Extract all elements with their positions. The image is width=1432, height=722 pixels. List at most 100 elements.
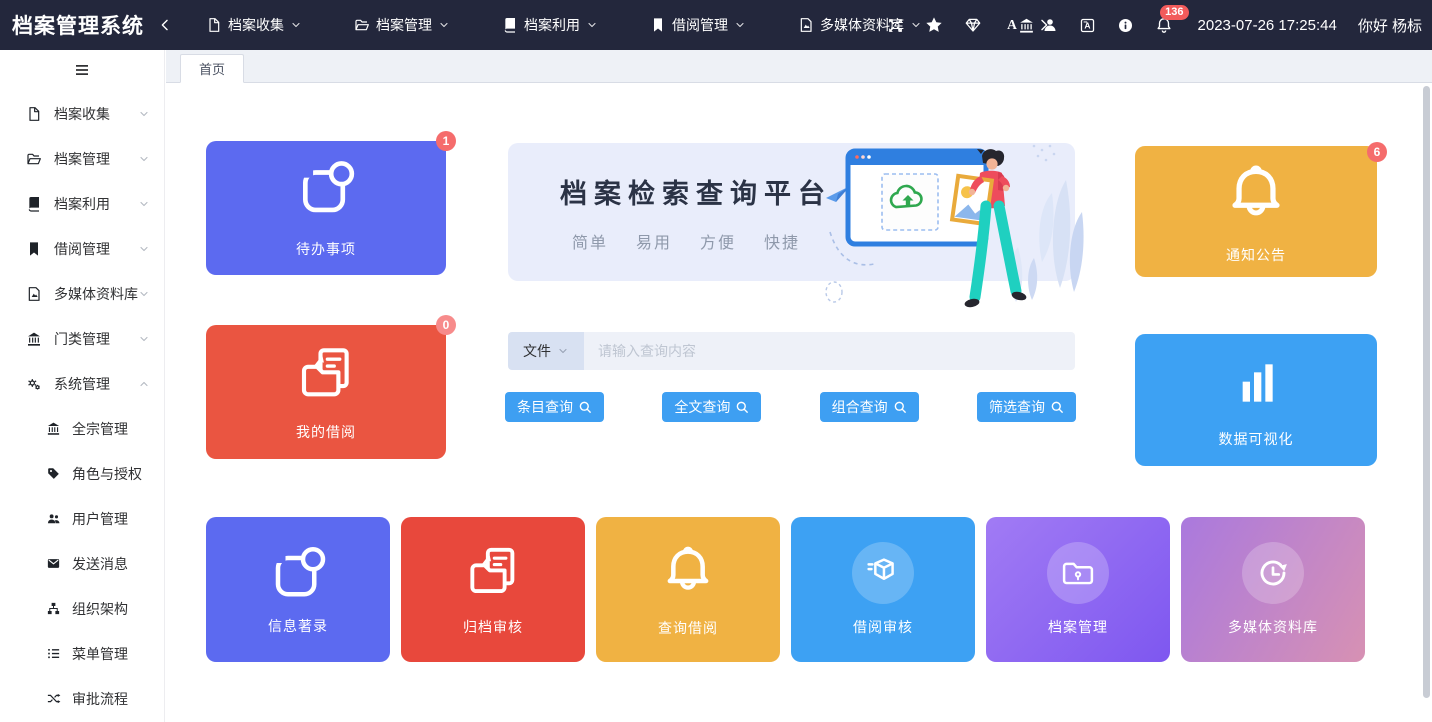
- tabs-bar: 首页: [166, 50, 1432, 83]
- topnav-item-archive-manage[interactable]: 档案管理: [354, 15, 450, 35]
- chevron-down-icon: [138, 108, 150, 120]
- query-buttons: 条目查询 全文查询 组合查询 筛选查询: [505, 392, 1076, 422]
- my-borrow-badge: 0: [436, 315, 456, 335]
- theme-button[interactable]: [964, 16, 982, 34]
- entry-query-button[interactable]: 条目查询: [505, 392, 604, 422]
- sidebar-item-borrow-manage[interactable]: 借阅管理: [0, 226, 164, 271]
- fulltext-query-button[interactable]: 全文查询: [662, 392, 761, 422]
- history-clock-icon: [1250, 550, 1296, 596]
- font-size-icon: [1003, 16, 1021, 34]
- chevron-down-icon: [138, 198, 150, 210]
- sidebar-item-multimedia[interactable]: 多媒体资料库: [0, 271, 164, 316]
- chevron-down-icon: [138, 288, 150, 300]
- file-icon: [206, 17, 222, 33]
- search-platform-banner: 档案检索查询平台 简单 易用 方便 快捷: [508, 143, 1075, 281]
- combo-query-button[interactable]: 组合查询: [820, 392, 919, 422]
- chevron-down-icon: [138, 153, 150, 165]
- bell-icon: [1219, 159, 1293, 233]
- hamburger-icon: [73, 61, 91, 79]
- sidebar-subitem-approval-flow[interactable]: 审批流程: [0, 676, 164, 721]
- sidebar-item-category-manage[interactable]: 门类管理: [0, 316, 164, 361]
- search-icon: [735, 400, 749, 414]
- search-bar: 文件: [508, 332, 1075, 370]
- banner-title: 档案检索查询平台: [560, 172, 832, 211]
- search-input[interactable]: [584, 332, 1075, 370]
- shuffle-icon: [46, 691, 61, 706]
- language-button[interactable]: [1079, 17, 1096, 34]
- sidebar-subitem-user-manage[interactable]: 用户管理: [0, 496, 164, 541]
- sidebar-subitem-send-message[interactable]: 发送消息: [0, 541, 164, 586]
- favorite-button[interactable]: [925, 16, 943, 34]
- sidebar-item-archive-use[interactable]: 档案利用: [0, 181, 164, 226]
- filter-query-button[interactable]: 筛选查询: [977, 392, 1076, 422]
- star-icon: [925, 16, 943, 34]
- app-title: 档案管理系统: [12, 10, 144, 40]
- todo-icon: [268, 543, 328, 603]
- my-borrow-card[interactable]: 我的借阅 0: [206, 325, 446, 459]
- bell-icon: [656, 541, 720, 605]
- sidebar: 档案收集 档案管理 档案利用 借阅管理 多媒体资料库: [0, 50, 165, 722]
- shortcut-query-borrow[interactable]: 查询借阅: [596, 517, 780, 662]
- icon-circle: [1047, 542, 1109, 604]
- shortcut-borrow-review[interactable]: 借阅审核: [791, 517, 975, 662]
- translate-icon: [1079, 17, 1096, 34]
- sidebar-subitem-org-structure[interactable]: 组织架构: [0, 586, 164, 631]
- icon-circle: [1242, 542, 1304, 604]
- nav-collapse-button[interactable]: [158, 18, 172, 32]
- todo-card[interactable]: 待办事项 1: [206, 141, 446, 275]
- list-icon: [46, 646, 61, 661]
- shortcut-archive-manage[interactable]: 档案管理: [986, 517, 1170, 662]
- sitemap-icon: [46, 601, 61, 616]
- search-category-select[interactable]: 文件: [508, 332, 584, 370]
- shortcut-multimedia-library[interactable]: 多媒体资料库: [1181, 517, 1365, 662]
- chevron-down-icon: [138, 243, 150, 255]
- info-icon: [1117, 17, 1134, 34]
- sidebar-subitem-menu-manage[interactable]: 菜单管理: [0, 631, 164, 676]
- sidebar-subitem-fonds-manage[interactable]: 全宗管理: [0, 406, 164, 451]
- sidebar-subitem-roles-auth[interactable]: 角色与授权: [0, 451, 164, 496]
- chevron-down-icon: [734, 19, 746, 31]
- bank-icon: [46, 421, 61, 436]
- about-button[interactable]: [1117, 17, 1134, 34]
- data-visualization-card[interactable]: 数据可视化: [1135, 334, 1377, 466]
- search-icon: [1050, 400, 1064, 414]
- icon-circle: [852, 542, 914, 604]
- sidebar-item-system-manage[interactable]: 系统管理: [0, 361, 164, 406]
- gears-icon: [26, 376, 42, 392]
- vertical-scrollbar[interactable]: [1423, 86, 1430, 698]
- sidebar-item-archive-manage[interactable]: 档案管理: [0, 136, 164, 181]
- tag-icon: [46, 466, 61, 481]
- tab-home[interactable]: 首页: [180, 54, 244, 83]
- folder-open-icon: [354, 17, 370, 33]
- user-greeting: 你好 杨标: [1358, 15, 1422, 36]
- chevron-up-icon: [138, 378, 150, 390]
- sidebar-item-archive-collect[interactable]: 档案收集: [0, 91, 164, 136]
- profile-button[interactable]: [1042, 17, 1058, 33]
- folder-lock-icon: [1055, 550, 1101, 596]
- folder-document-icon: [293, 342, 359, 408]
- notice-badge: 6: [1367, 142, 1387, 162]
- upload-illustration: [820, 140, 1080, 325]
- notification-count-badge: 136: [1160, 5, 1188, 20]
- topnav-item-borrow-manage[interactable]: 借阅管理: [650, 15, 746, 35]
- fullscreen-button[interactable]: [887, 17, 904, 34]
- shortcut-archive-review[interactable]: 归档审核: [401, 517, 585, 662]
- topnav-item-archive-collect[interactable]: 档案收集: [206, 15, 302, 35]
- book-icon: [502, 17, 518, 33]
- font-size-button[interactable]: [1003, 16, 1021, 34]
- bookmark-icon: [650, 17, 666, 33]
- notifications-button[interactable]: 136: [1155, 16, 1173, 34]
- notice-card[interactable]: 通知公告 6: [1135, 146, 1377, 277]
- top-navbar: 档案管理系统 档案收集 档案管理 档案利用 借阅管理: [0, 0, 1432, 50]
- bank-icon: [26, 331, 42, 347]
- gem-icon: [964, 16, 982, 34]
- sidebar-toggle-button[interactable]: [0, 50, 164, 90]
- cube-list-icon: [860, 550, 906, 596]
- topnav-item-archive-use[interactable]: 档案利用: [502, 15, 598, 35]
- chevron-down-icon: [290, 19, 302, 31]
- file-icon: [26, 106, 42, 122]
- shortcut-info-entry[interactable]: 信息著录: [206, 517, 390, 662]
- search-icon: [578, 400, 592, 414]
- envelope-icon: [46, 556, 61, 571]
- search-icon: [893, 400, 907, 414]
